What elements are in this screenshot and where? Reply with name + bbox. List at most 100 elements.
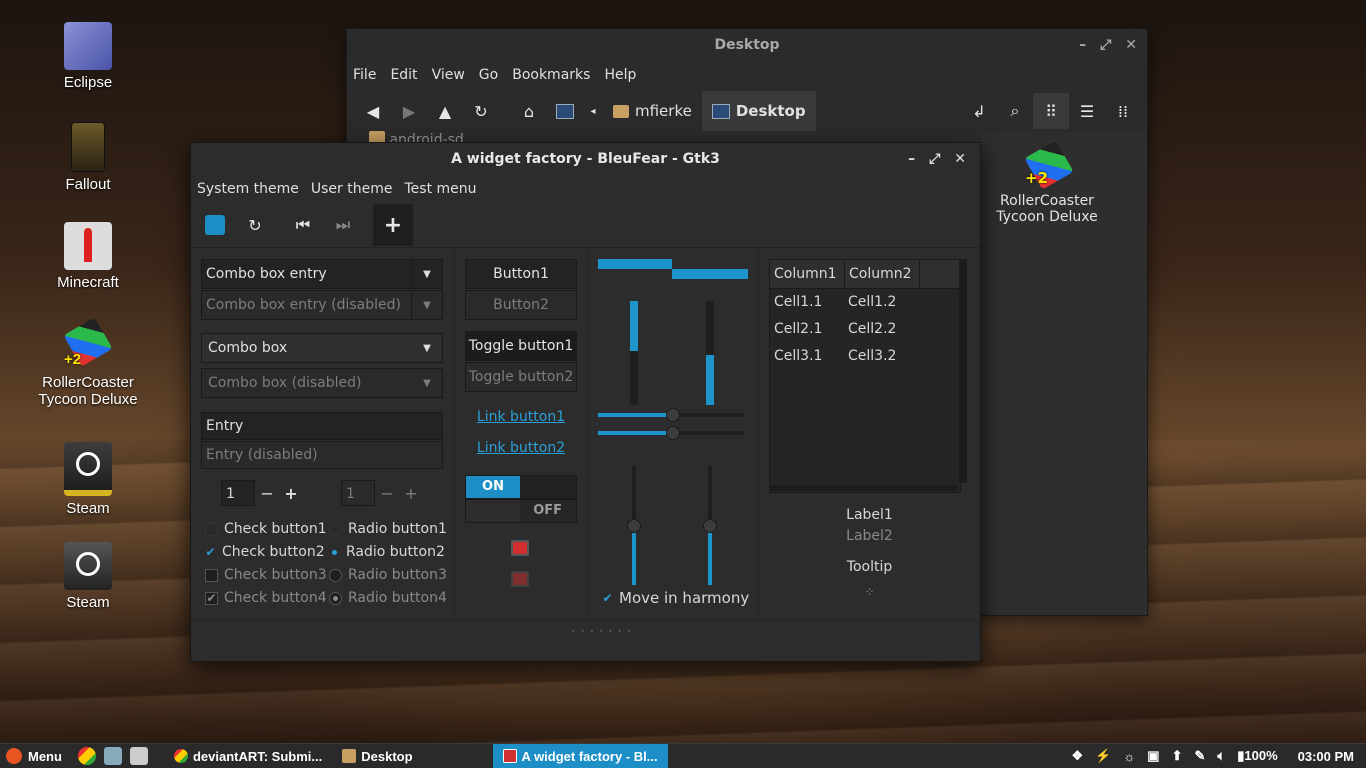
menu-help[interactable]: Help bbox=[604, 67, 636, 83]
tooltip-label[interactable]: Tooltip bbox=[759, 559, 980, 575]
task-widget-factory[interactable]: A widget factory - Bl... bbox=[492, 744, 668, 768]
menu-user-theme[interactable]: User theme bbox=[311, 181, 393, 197]
desktop-icon-eclipse[interactable]: Eclipse bbox=[23, 22, 153, 91]
file-item-rollercoaster[interactable]: +2 RollerCoaster Tycoon Deluxe bbox=[987, 140, 1107, 225]
vertical-scale-2[interactable] bbox=[703, 465, 717, 585]
minimize-icon[interactable]: – bbox=[1079, 29, 1086, 61]
link-button-1[interactable]: Link button1 bbox=[465, 409, 577, 425]
back-icon[interactable]: ◀ bbox=[355, 93, 391, 129]
combo-entry-text[interactable]: Combo box entry bbox=[202, 266, 411, 282]
chevron-down-icon[interactable]: ▼ bbox=[411, 260, 442, 288]
desktop-icon-steam-2[interactable]: Steam bbox=[23, 542, 153, 611]
desktop-icon-rollercoaster[interactable]: +2 RollerCoaster Tycoon Deluxe bbox=[23, 317, 153, 408]
horizontal-scale-2[interactable] bbox=[598, 426, 744, 440]
column-header-1[interactable]: Column1 bbox=[770, 260, 845, 288]
task-desktop[interactable]: Desktop bbox=[332, 744, 422, 768]
menu-test-menu[interactable]: Test menu bbox=[404, 181, 476, 197]
link-button-2[interactable]: Link button2 bbox=[465, 440, 577, 456]
spin-button[interactable]: 1 − + bbox=[221, 479, 303, 507]
slider-handle[interactable] bbox=[666, 408, 680, 422]
button-1[interactable]: Button1 bbox=[465, 259, 577, 289]
radio-button-2[interactable]: Radio button2 bbox=[329, 544, 445, 560]
terminal-icon[interactable] bbox=[129, 747, 148, 765]
breadcrumb-mfierke[interactable]: mfierke bbox=[603, 91, 702, 131]
spin-value[interactable]: 1 bbox=[221, 480, 255, 506]
vertical-scrollbar[interactable] bbox=[959, 259, 967, 483]
maximize-icon[interactable]: ⤢ bbox=[929, 143, 940, 175]
switch-on[interactable]: ON bbox=[465, 475, 577, 499]
check-button-1[interactable]: Check button1 bbox=[205, 521, 327, 537]
icon-view-icon[interactable]: ⠿ bbox=[1033, 93, 1069, 129]
menu-bookmarks[interactable]: Bookmarks bbox=[512, 67, 590, 83]
menu-file[interactable]: File bbox=[353, 67, 376, 83]
volume-icon[interactable]: 🔈︎ bbox=[1217, 748, 1225, 764]
close-icon[interactable]: ✕ bbox=[954, 143, 966, 175]
window-titlebar[interactable]: A widget factory - BleuFear - Gtk3 – ⤢ ✕ bbox=[191, 143, 980, 175]
radio-button-1[interactable]: Radio button1 bbox=[329, 521, 447, 537]
plus-icon[interactable]: + bbox=[279, 480, 303, 506]
home-icon[interactable]: ⌂ bbox=[511, 93, 547, 129]
display-icon[interactable]: ▣ bbox=[1147, 748, 1159, 764]
tree-view[interactable]: Column1 Column2 Cell1.1 Cell1.2 Cell2.1 … bbox=[769, 259, 961, 493]
computer-icon[interactable] bbox=[547, 93, 583, 129]
slider-handle[interactable] bbox=[666, 426, 680, 440]
forward-icon[interactable]: ▶ bbox=[391, 93, 427, 129]
desktop-icon-minecraft[interactable]: Minecraft bbox=[23, 222, 153, 291]
check-button-4: ✔ Check button4 bbox=[205, 590, 327, 606]
clock[interactable]: 03:00 PM bbox=[1298, 749, 1354, 764]
image-button-icon[interactable] bbox=[511, 540, 529, 556]
up-icon[interactable]: ▲ bbox=[427, 93, 463, 129]
skip-back-icon[interactable]: ⏮ bbox=[285, 207, 321, 243]
move-in-harmony-check[interactable]: ✔ Move in harmony bbox=[602, 589, 749, 607]
check-button-2[interactable]: ✔ Check button2 bbox=[205, 544, 324, 560]
battery-indicator[interactable]: ▮100% bbox=[1237, 748, 1277, 764]
add-icon[interactable]: + bbox=[373, 204, 413, 246]
minus-icon[interactable]: − bbox=[255, 480, 279, 506]
dropbox-icon[interactable]: ❖ bbox=[1072, 748, 1084, 764]
check-label: Check button4 bbox=[224, 590, 327, 606]
resize-grip-icon[interactable]: • • • • • • • bbox=[571, 627, 632, 636]
search-icon[interactable]: ⌕ bbox=[997, 93, 1033, 129]
breadcrumb-desktop[interactable]: Desktop bbox=[701, 91, 816, 131]
maximize-icon[interactable]: ⤢ bbox=[1100, 29, 1111, 61]
table-row[interactable]: Cell3.1 Cell3.2 bbox=[770, 343, 960, 370]
menu-go[interactable]: Go bbox=[479, 67, 498, 83]
chevron-left-icon[interactable]: ◂ bbox=[583, 93, 603, 129]
toolbar: ↻ ⏮ ⏭ + bbox=[191, 203, 980, 248]
minimize-icon[interactable]: – bbox=[908, 143, 915, 175]
menu-system-theme[interactable]: System theme bbox=[197, 181, 299, 197]
refresh-icon[interactable]: ↻ bbox=[237, 207, 273, 243]
upload-icon[interactable]: ⬆ bbox=[1172, 748, 1183, 764]
vertical-scale-1[interactable] bbox=[627, 465, 641, 585]
desktop-icon-steam[interactable]: Steam bbox=[23, 442, 153, 517]
power-icon[interactable]: ⚡ bbox=[1095, 748, 1111, 764]
window-titlebar[interactable]: Desktop – ⤢ ✕ bbox=[347, 29, 1147, 61]
table-row[interactable]: Cell1.1 Cell1.2 bbox=[770, 289, 960, 316]
list-view-icon[interactable]: ☰ bbox=[1069, 93, 1105, 129]
slider-handle[interactable] bbox=[703, 519, 717, 533]
combo-box[interactable]: Combo box ▼ bbox=[201, 333, 443, 363]
table-row[interactable]: Cell2.1 Cell2.2 bbox=[770, 316, 960, 343]
chrome-icon[interactable] bbox=[77, 747, 96, 765]
file-manager-icon[interactable] bbox=[103, 747, 122, 765]
open-icon[interactable] bbox=[197, 207, 233, 243]
start-menu-button[interactable]: Menu bbox=[0, 748, 74, 764]
menu-edit[interactable]: Edit bbox=[390, 67, 417, 83]
entry-field[interactable]: Entry bbox=[201, 412, 443, 440]
horizontal-scrollbar[interactable] bbox=[769, 485, 957, 491]
task-deviantart[interactable]: deviantART: Submi... bbox=[164, 744, 332, 768]
horizontal-scale-1[interactable] bbox=[598, 408, 744, 422]
pen-icon[interactable]: ✎ bbox=[1195, 748, 1206, 764]
compact-view-icon[interactable]: ⁞⁞ bbox=[1105, 93, 1141, 129]
toggle-button-1[interactable]: Toggle button1 bbox=[465, 331, 577, 361]
reload-icon[interactable]: ↻ bbox=[463, 93, 499, 129]
menu-view[interactable]: View bbox=[432, 67, 465, 83]
slider-handle[interactable] bbox=[627, 519, 641, 533]
close-icon[interactable]: ✕ bbox=[1125, 29, 1137, 61]
column-header-2[interactable]: Column2 bbox=[845, 260, 920, 288]
skip-forward-icon[interactable]: ⏭ bbox=[325, 207, 361, 243]
brightness-icon[interactable]: ☼ bbox=[1123, 749, 1135, 764]
open-terminal-icon[interactable]: ↲ bbox=[961, 93, 997, 129]
desktop-icon-fallout[interactable]: Fallout bbox=[23, 122, 153, 193]
combo-box-entry[interactable]: Combo box entry ▼ bbox=[201, 259, 443, 289]
